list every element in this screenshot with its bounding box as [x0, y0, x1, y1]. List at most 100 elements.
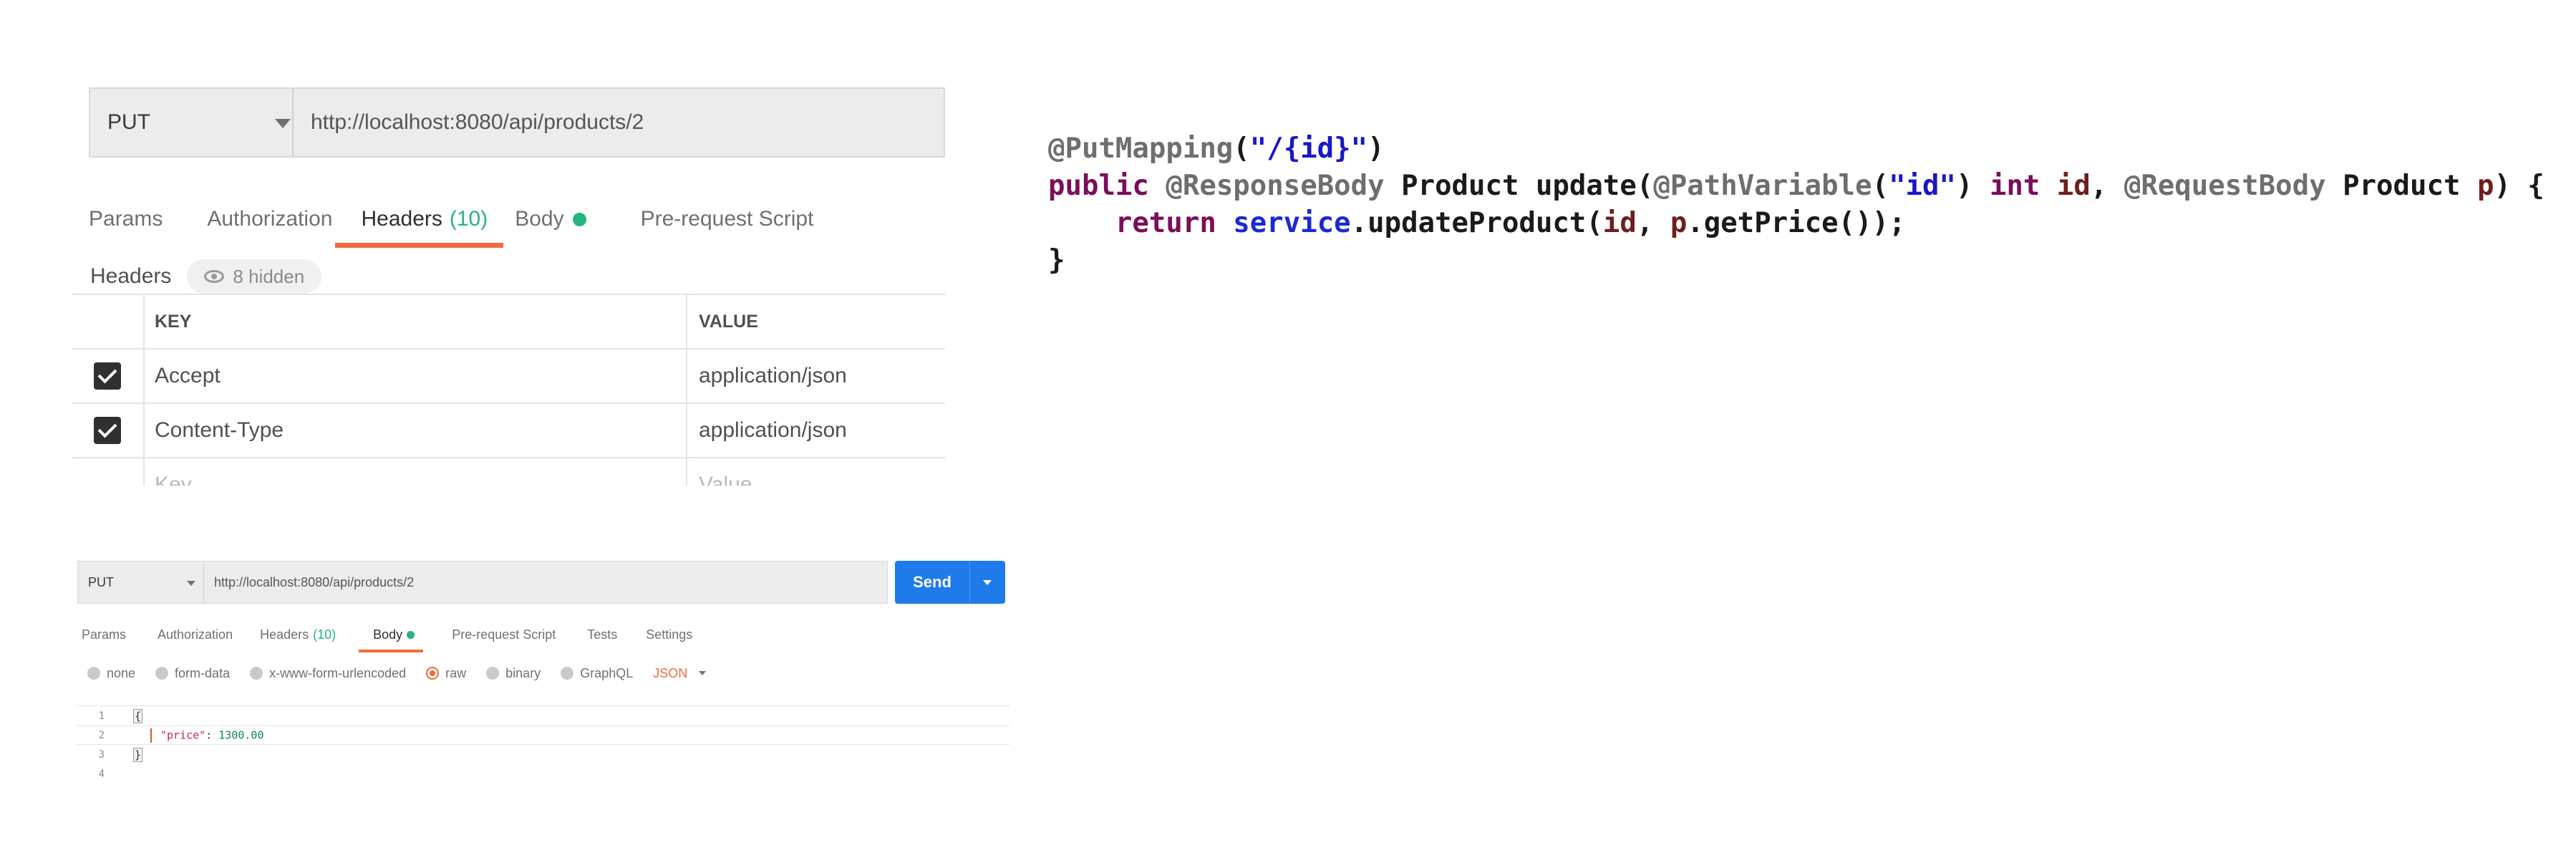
response-body-annotation: @ResponseBody	[1166, 170, 1385, 202]
code-line-1: @PutMapping("/{id}")	[1048, 132, 1385, 165]
keyword-int: int	[1989, 170, 2040, 202]
body-request-panel: PUT http://localhost:8080/api/products/2…	[72, 555, 1009, 784]
radio-graphql[interactable]: GraphQL	[561, 666, 633, 681]
editor-line: 2 "price": 1300.00	[77, 726, 1009, 745]
tab-pre-request-script[interactable]: Pre-request Script	[452, 617, 556, 652]
tab-params[interactable]: Params	[82, 617, 126, 652]
radio-circle-icon	[561, 667, 574, 680]
header-key-cell[interactable]: Accept	[145, 350, 687, 403]
format-dropdown[interactable]: JSON	[653, 665, 707, 681]
radio-selected-icon	[426, 667, 440, 680]
radio-label: binary	[505, 665, 541, 680]
tab-label: Body	[515, 207, 564, 231]
headers-title: Headers	[90, 264, 172, 288]
send-button[interactable]: Send	[895, 561, 1005, 604]
line-number: 1	[98, 710, 105, 722]
param-id: id	[2056, 170, 2091, 202]
tab-settings[interactable]: Settings	[646, 617, 692, 652]
tab-label: Pre-request Script	[452, 627, 556, 642]
tab-headers[interactable]: Headers (10)	[335, 191, 504, 248]
radio-x-www-form-urlencoded[interactable]: x-www-form-urlencoded	[250, 666, 406, 681]
path-variable-annotation: @PathVariable	[1653, 170, 1872, 202]
editor-line: 4	[77, 764, 1009, 784]
headers-count-badge: (10)	[449, 207, 488, 231]
json-colon: :	[205, 728, 219, 741]
request-url-bar: PUT http://localhost:8080/api/products/2	[89, 87, 945, 158]
code-line-4: }	[1048, 242, 2544, 279]
tab-params[interactable]: Params	[89, 191, 163, 248]
json-body-editor[interactable]: 1 { 2 "price": 1300.00 3 } 4	[77, 705, 1009, 784]
keyword-return: return	[1115, 207, 1216, 239]
row-checkbox-cell	[72, 404, 145, 457]
table-row: Content-Type application/json	[72, 403, 945, 457]
json-key: "price"	[160, 728, 206, 741]
radio-raw[interactable]: raw	[426, 666, 466, 681]
line-number: 3	[98, 748, 105, 761]
url-text: http://localhost:8080/api/products/2	[311, 110, 644, 134]
eye-icon	[204, 270, 225, 283]
radio-label: GraphQL	[580, 665, 634, 680]
tab-label: Params	[89, 207, 163, 231]
line-number: 4	[98, 768, 105, 780]
format-label: JSON	[653, 665, 688, 680]
chevron-down-icon	[699, 671, 707, 675]
code-line-3: return service.updateProduct(id, p.getPr…	[1115, 207, 1906, 239]
headers-section-header: Headers 8 hidden	[90, 254, 322, 299]
radio-label: form-data	[175, 665, 231, 680]
request-tabs: Params Authorization Headers (10) Body P…	[89, 191, 813, 248]
path-string: "/{id}"	[1249, 132, 1368, 165]
header-value-cell[interactable]: application/json	[687, 404, 945, 457]
request-tabs: Params Authorization Headers (10) Body P…	[82, 617, 692, 652]
tab-label: Headers	[361, 207, 442, 231]
java-code-snippet: @PutMapping("/{id}") public @ResponseBody…	[1048, 130, 2544, 279]
tab-authorization[interactable]: Authorization	[207, 191, 332, 248]
row-checkbox-cell	[72, 458, 145, 486]
row-checkbox[interactable]	[94, 417, 121, 444]
arg-id: id	[1602, 207, 1637, 239]
line-code: "price": 1300.00	[116, 728, 264, 743]
body-type-radio-group: none form-data x-www-form-urlencoded raw…	[87, 660, 707, 687]
id-string: "id"	[1889, 170, 1956, 202]
send-options-chevron-icon[interactable]	[983, 579, 992, 585]
tab-body[interactable]: Body	[515, 191, 586, 248]
json-value: 1300.00	[218, 728, 264, 741]
header-key-cell[interactable]: Content-Type	[145, 404, 687, 457]
row-checkbox[interactable]	[94, 362, 121, 390]
line-number: 2	[98, 729, 105, 741]
get-price-call: .getPrice());	[1687, 207, 1906, 239]
header-value-cell[interactable]: application/json	[687, 350, 945, 403]
radio-form-data[interactable]: form-data	[155, 666, 230, 681]
keyword-public: public	[1048, 170, 1149, 202]
method-select[interactable]: PUT	[90, 89, 294, 156]
new-value-input[interactable]: Value	[687, 458, 945, 486]
method-label: PUT	[107, 110, 150, 134]
close-brace: }	[1048, 244, 1065, 276]
headers-table: KEY VALUE Accept application/json Conten…	[72, 294, 945, 486]
put-mapping-annotation: @PutMapping	[1048, 132, 1234, 165]
param-type: Product	[2343, 170, 2461, 202]
method-name: update	[1535, 170, 1637, 202]
tab-tests[interactable]: Tests	[587, 617, 617, 652]
request-url-bar: PUT http://localhost:8080/api/products/2	[77, 561, 888, 604]
method-select[interactable]: PUT	[78, 562, 204, 603]
radio-binary[interactable]: binary	[486, 666, 541, 681]
tab-pre-request-script[interactable]: Pre-request Script	[641, 191, 814, 248]
new-key-input[interactable]: Key	[145, 458, 687, 486]
url-text: http://localhost:8080/api/products/2	[214, 574, 415, 589]
url-input[interactable]: http://localhost:8080/api/products/2	[204, 562, 414, 603]
tab-headers[interactable]: Headers (10)	[260, 617, 336, 652]
param-p: p	[2476, 170, 2494, 202]
tab-label: Settings	[646, 627, 693, 642]
hidden-count-label: 8 hidden	[233, 265, 305, 287]
radio-none[interactable]: none	[87, 666, 135, 681]
open-brace: {	[133, 708, 143, 723]
body-status-dot-icon	[572, 212, 586, 226]
radio-circle-icon	[486, 667, 500, 680]
table-row: Accept application/json	[72, 348, 945, 403]
tab-authorization[interactable]: Authorization	[158, 617, 233, 652]
send-divider	[969, 561, 970, 604]
tab-body[interactable]: Body	[359, 617, 424, 652]
indent-guide	[133, 728, 152, 743]
hidden-headers-toggle[interactable]: 8 hidden	[187, 259, 322, 294]
url-input[interactable]: http://localhost:8080/api/products/2	[294, 89, 644, 156]
